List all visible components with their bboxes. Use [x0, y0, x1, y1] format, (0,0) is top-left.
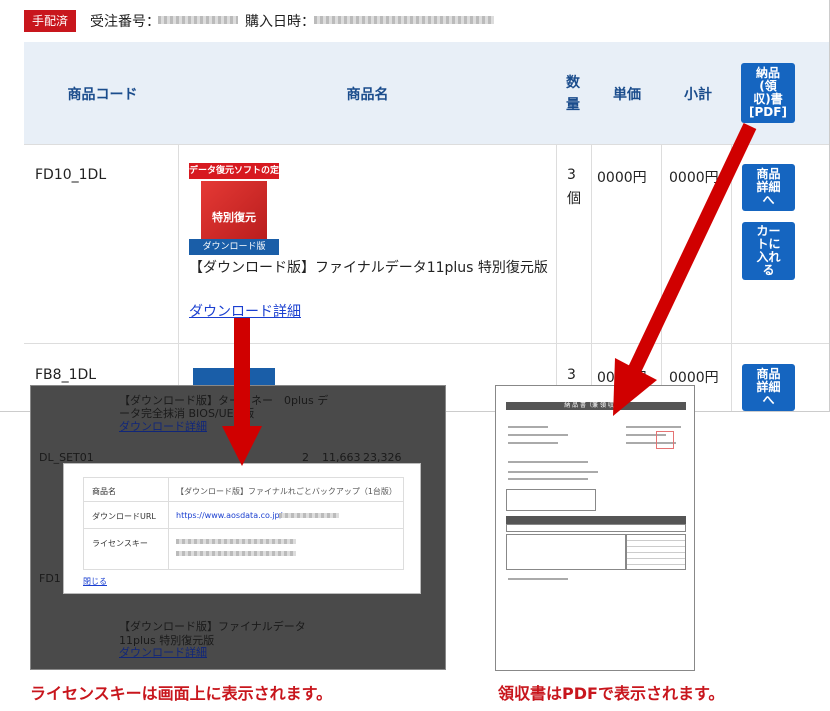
modal-row-license: ライセンスキー: [83, 528, 404, 570]
seal-stamp: [656, 431, 674, 449]
modal-value-url[interactable]: https://www.aosdata.co.jp/: [176, 511, 282, 520]
order-number-redacted: [158, 16, 238, 24]
product-image-download-label: ダウンロード版: [189, 239, 279, 255]
modal-row-url: ダウンロードURL https://www.aosdata.co.jp/: [83, 501, 404, 529]
product-image-title: 特別復元: [212, 211, 256, 224]
row1-quantity: 3 個: [567, 167, 581, 207]
column-divider: [178, 144, 179, 411]
license-caption: ライセンスキーは画面上に表示されます。: [30, 684, 333, 703]
purchase-date-label: 購入日時：: [245, 14, 315, 30]
license-key-redacted: [176, 539, 296, 544]
column-divider: [591, 144, 592, 411]
row2-product-code: FB8_1DL: [35, 367, 97, 383]
order-number-label: 受注番号：: [90, 14, 160, 30]
modal-row-product: 商品名 【ダウンロード版】ファイナルれごとバックアップ（1台版）: [83, 477, 404, 502]
header-product-code: 商品コード: [67, 87, 138, 103]
receipt-caption: 領収書はPDFで表示されます。: [498, 684, 725, 703]
arrow-to-pdf-icon: [613, 123, 757, 416]
purchase-date-redacted: [314, 16, 494, 24]
header-product-name: 商品名: [346, 87, 389, 103]
row1-product-code: FD10_1DL: [35, 167, 107, 183]
column-divider: [556, 144, 557, 411]
order-info-bar: 手配済 受注番号： 購入日時：: [0, 0, 829, 42]
status-badge: 手配済: [24, 10, 76, 32]
product-image-tag: データ復元ソフトの定番: [189, 163, 279, 192]
modal-label-license: ライセンスキー: [92, 539, 148, 548]
pdf-receipt-button[interactable]: 納品 (領 収)書 [PDF]: [741, 63, 795, 123]
bg-download-link: ダウンロード詳細: [119, 420, 207, 433]
product-image: データ復元ソフトの定番 特別復元 ダウンロード版: [189, 163, 279, 255]
license-key-redacted: [176, 551, 296, 556]
header-unit-price: 単価: [613, 87, 641, 103]
modal-close-link[interactable]: 閉じる: [83, 576, 107, 587]
header-quantity: 数 量: [566, 75, 580, 113]
modal-value-product: 【ダウンロード版】ファイナルれごとバックアップ（1台版）: [176, 487, 397, 496]
pdf-receipt-screenshot: 納 品 書（兼 領 収 書）: [495, 385, 695, 671]
row2-quantity: 3: [567, 367, 576, 383]
arrow-to-license-icon: [222, 318, 262, 466]
license-modal: 商品名 【ダウンロード版】ファイナルれごとバックアップ（1台版） ダウンロードU…: [63, 463, 421, 594]
row1-product-name: 【ダウンロード版】ファイナルデータ11plus 特別復元版: [189, 260, 548, 276]
header-subtotal: 小計: [684, 87, 712, 103]
bg-download-link: ダウンロード詳細: [119, 646, 207, 659]
modal-label-product: 商品名: [92, 487, 116, 496]
bg-product-code: FD1: [39, 572, 61, 585]
modal-label-url: ダウンロードURL: [92, 512, 156, 521]
